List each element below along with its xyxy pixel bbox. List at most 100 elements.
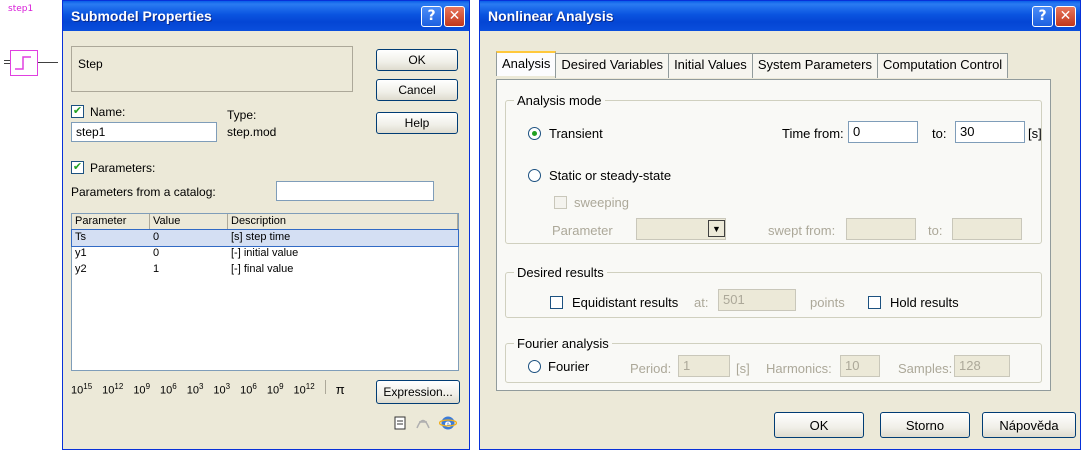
power-button[interactable]: 1012 [294, 382, 315, 397]
pi-button[interactable]: π [336, 382, 345, 397]
power-button[interactable]: 109 [267, 382, 284, 397]
help-button[interactable]: Help [376, 112, 458, 134]
group-title: Analysis mode [514, 93, 605, 108]
tab-system-parameters[interactable]: System Parameters [751, 53, 878, 78]
cell-description: [-] initial value [231, 247, 299, 259]
analysis-panel: Analysis mode Transient Time from: 0 to:… [496, 79, 1051, 391]
transient-radio[interactable] [528, 127, 541, 140]
block-label: step1 [8, 4, 34, 14]
period-unit: [s] [736, 361, 750, 376]
help-icon[interactable]: ? [421, 5, 442, 27]
chevron-down-icon[interactable]: ▼ [708, 220, 725, 237]
static-radio[interactable] [528, 169, 541, 182]
document-icon[interactable] [394, 416, 407, 433]
block-output-wire [38, 62, 58, 63]
desired-results-group: Desired results Equidistant results at: … [505, 265, 1042, 318]
column-header-value[interactable]: Value [150, 214, 228, 229]
name-label: Name: [90, 105, 126, 119]
parameters-table: Parameter Value Description Ts 0 [s] ste… [71, 213, 459, 371]
pdf-icon[interactable] [415, 416, 431, 433]
cell-parameter: y2 [75, 263, 87, 275]
window-title: Submodel Properties [71, 8, 212, 24]
samples-label: Samples: [898, 361, 953, 376]
equidistant-checkbox[interactable] [550, 296, 563, 309]
time-from-input[interactable]: 0 [848, 121, 918, 143]
browser-icon[interactable]: e [438, 415, 458, 434]
submodel-properties-window: Submodel Properties ? ✕ Step OK Cancel H… [62, 0, 470, 450]
submodel-caption: Step [78, 57, 103, 71]
type-label: Type: [227, 108, 257, 122]
step-block[interactable] [10, 50, 38, 76]
harmonics-label: Harmonics: [766, 361, 832, 376]
name-input[interactable]: step1 [71, 122, 217, 142]
harmonics-input[interactable]: 10 [840, 355, 880, 377]
step-signal-icon [15, 56, 31, 70]
cell-value: 1 [153, 263, 160, 275]
points-label: points [810, 295, 845, 310]
fourier-label: Fourier [548, 359, 590, 374]
swept-from-label: swept from: [768, 223, 836, 238]
storno-button[interactable]: Storno [880, 412, 970, 438]
tab-bar: Analysis Desired Variables Initial Value… [496, 51, 1009, 78]
name-checkbox[interactable]: ✔ [71, 105, 84, 118]
expression-button[interactable]: Expression... [376, 380, 460, 404]
power-button[interactable]: 103 [213, 382, 230, 397]
equidistant-label: Equidistant results [572, 295, 679, 310]
transient-label: Transient [549, 126, 603, 141]
time-to-label: to: [932, 126, 947, 141]
sweeping-checkbox[interactable] [554, 196, 567, 209]
tab-computation-control[interactable]: Computation Control [876, 53, 1009, 78]
nonlinear-titlebar: Nonlinear Analysis ? ✕ [480, 1, 1080, 31]
power-button[interactable]: 109 [133, 382, 150, 397]
power-button[interactable]: 1012 [102, 382, 123, 397]
swept-to-label: to: [928, 223, 943, 238]
tab-analysis[interactable]: Analysis [496, 51, 557, 76]
bottom-icons: e [394, 415, 458, 434]
power-button[interactable]: 103 [187, 382, 204, 397]
swept-from-input[interactable] [846, 218, 916, 240]
window-title: Nonlinear Analysis [488, 8, 614, 24]
cell-value: 0 [153, 247, 160, 259]
column-header-parameter[interactable]: Parameter [72, 214, 150, 229]
fourier-radio[interactable] [528, 360, 541, 373]
power-buttons-row: 1015 1012 109 106 103 103 106 109 1012 π [71, 380, 345, 397]
catalog-input[interactable] [276, 181, 434, 201]
submodel-titlebar: Submodel Properties ? ✕ [63, 1, 469, 31]
static-label: Static or steady-state [549, 168, 672, 183]
cell-description: [-] final value [231, 263, 294, 275]
help-button[interactable]: Nápověda [982, 412, 1076, 438]
time-to-input[interactable]: 30 [955, 121, 1025, 143]
help-icon[interactable]: ? [1032, 5, 1053, 27]
time-from-label: Time from: [782, 126, 844, 141]
group-title: Fourier analysis [514, 336, 612, 351]
table-row[interactable]: y2 1 [-] final value [72, 262, 458, 278]
at-label: at: [694, 295, 709, 310]
swept-to-input[interactable] [952, 218, 1022, 240]
table-row[interactable]: y1 0 [-] initial value [72, 246, 458, 262]
column-header-description[interactable]: Description [228, 214, 458, 229]
parameters-checkbox[interactable]: ✔ [71, 161, 84, 174]
close-icon[interactable]: ✕ [1055, 5, 1076, 27]
ok-button[interactable]: OK [774, 412, 864, 438]
close-icon[interactable]: ✕ [444, 5, 465, 27]
parameters-label: Parameters: [90, 161, 156, 175]
tab-initial-values[interactable]: Initial Values [668, 53, 753, 78]
hold-results-label: Hold results [890, 295, 959, 310]
hold-results-checkbox[interactable] [868, 296, 881, 309]
period-label: Period: [630, 361, 672, 376]
samples-input[interactable]: 128 [954, 355, 1010, 377]
cell-value: 0 [153, 231, 160, 243]
power-button[interactable]: 106 [240, 382, 257, 397]
sweeping-label: sweeping [574, 195, 629, 210]
ok-button[interactable]: OK [376, 49, 458, 71]
power-button[interactable]: 1015 [71, 382, 92, 397]
table-row[interactable]: Ts 0 [s] step time [71, 229, 459, 247]
analysis-mode-group: Analysis mode Transient Time from: 0 to:… [505, 93, 1042, 244]
cell-description: [s] step time [231, 231, 291, 243]
group-title: Desired results [514, 265, 607, 280]
tab-desired-variables[interactable]: Desired Variables [555, 53, 670, 78]
cancel-button[interactable]: Cancel [376, 79, 458, 101]
power-button[interactable]: 106 [160, 382, 177, 397]
points-input[interactable]: 501 [718, 289, 796, 311]
period-input[interactable]: 1 [678, 355, 730, 377]
